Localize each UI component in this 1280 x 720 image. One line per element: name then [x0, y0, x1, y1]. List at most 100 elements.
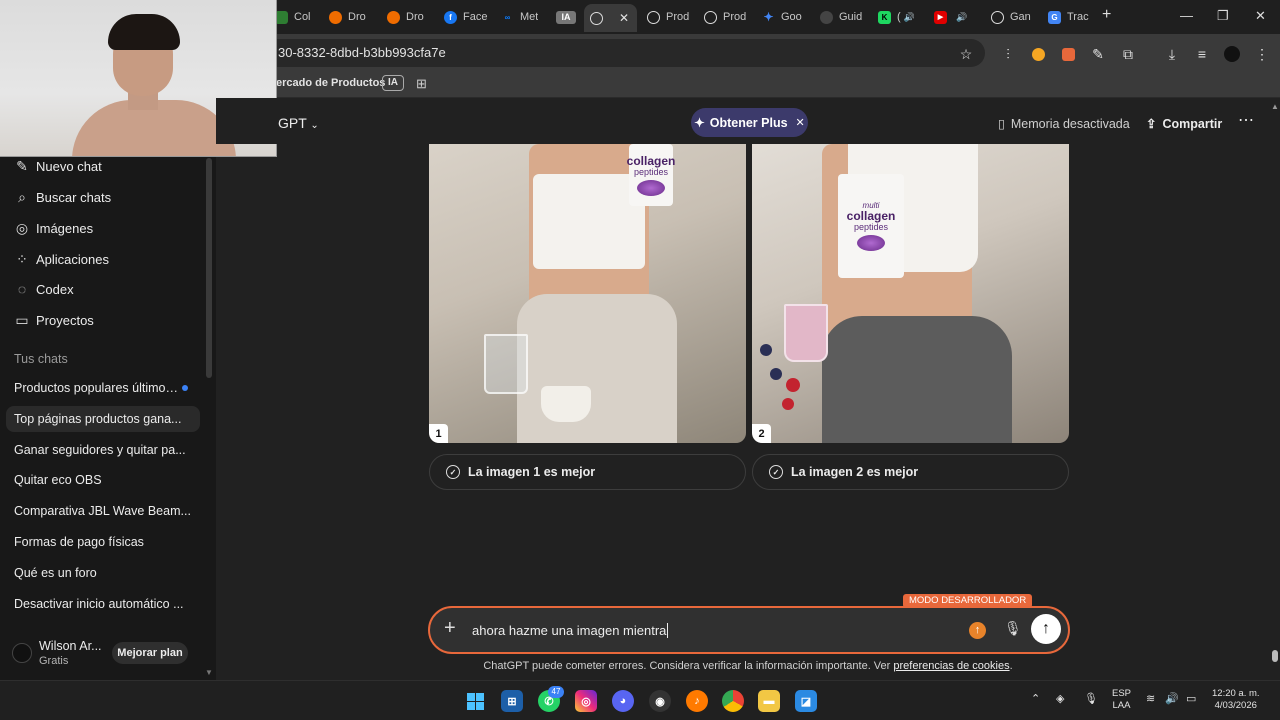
browser-tab[interactable]: Col	[275, 6, 311, 28]
generated-image-2[interactable]: multi collagen peptides 2	[752, 144, 1069, 443]
message-input[interactable]: ahora hazme una imagen mientra	[472, 623, 669, 638]
photos-icon[interactable]: ◪	[795, 690, 817, 712]
extension-icon[interactable]	[1058, 44, 1078, 64]
speaker-icon[interactable]: 🔊	[956, 12, 967, 23]
browser-tab[interactable]: f Face	[444, 6, 487, 28]
security-icon[interactable]: ◈	[1056, 692, 1064, 705]
send-button[interactable]: ↑	[1031, 614, 1061, 644]
sidebar-scrollbar[interactable]	[206, 158, 212, 378]
model-selector[interactable]: GPT ⌄	[278, 115, 319, 131]
generated-image-1[interactable]: collagen peptides 1	[429, 144, 746, 443]
cookie-preferences-link[interactable]: preferencias de cookies	[893, 660, 1009, 672]
message-composer[interactable]: + ahora hazme una imagen mientra ↑ 🎙 ↑	[428, 606, 1070, 654]
file-explorer-icon[interactable]: ▬	[758, 690, 780, 712]
apps-grid-icon[interactable]: ⊞	[416, 76, 427, 92]
microphone-icon[interactable]: 🎙	[1004, 620, 1022, 637]
browser-tab[interactable]: Prod	[704, 6, 746, 28]
avatar[interactable]	[12, 643, 32, 663]
microphone-tray-icon[interactable]: 🎙	[1084, 692, 1098, 705]
download-icon[interactable]: ⤓	[1162, 44, 1182, 64]
memory-status[interactable]: ▯ Memoria desactivada	[998, 116, 1130, 132]
wifi-icon[interactable]: ≋	[1146, 692, 1155, 705]
share-button[interactable]: ⇪ Compartir	[1146, 116, 1222, 132]
extension-icon[interactable]	[1028, 44, 1048, 64]
browser-tab[interactable]: ✦ Goo	[762, 6, 801, 28]
chat-history-item[interactable]: Comparativa JBL Wave Beam...	[14, 498, 200, 524]
browser-tab[interactable]: IA	[556, 6, 582, 28]
chat-history-item[interactable]: Quitar eco OBS	[14, 467, 200, 493]
upgrade-plan-button[interactable]: Mejorar plan	[112, 642, 188, 664]
minimize-icon[interactable]: —	[1180, 8, 1193, 23]
profile-avatar[interactable]	[1222, 44, 1242, 64]
browser-tab[interactable]: ▶ 🔊	[934, 6, 967, 28]
image-number-badge: 2	[752, 424, 771, 443]
close-tab-icon[interactable]: ✕	[619, 11, 629, 25]
sidebar-item-aplicaciones[interactable]: ⁘ Aplicaciones	[14, 251, 109, 268]
instagram-icon[interactable]: ◎	[575, 690, 597, 712]
new-tab-icon[interactable]: +	[1102, 6, 1111, 24]
extensions-puzzle-icon[interactable]: ⧉	[1118, 44, 1138, 64]
main-scrollbar[interactable]: ▲	[1270, 98, 1280, 680]
sidebar-item-label: Proyectos	[36, 313, 94, 328]
chat-history-item[interactable]: Qué es un foro	[14, 560, 200, 586]
prefer-image-1-button[interactable]: ✓ La imagen 1 es mejor	[429, 454, 746, 490]
chevron-up-icon[interactable]: ⌃	[1031, 692, 1040, 705]
windows-start-icon[interactable]	[464, 690, 486, 712]
chat-history-item[interactable]: Ganar seguidores y quitar pa...	[14, 437, 200, 463]
close-icon[interactable]: ✕	[796, 116, 805, 129]
eyedropper-icon[interactable]: ✎	[1088, 44, 1108, 64]
media-control-icon[interactable]: ≡	[1192, 44, 1212, 64]
volume-icon[interactable]: 🔊	[1165, 692, 1179, 705]
url-text[interactable]: 30-8332-8dbd-b3bb993cfa7e	[278, 45, 446, 60]
sidebar-item-nuevo-chat[interactable]: ✎ Nuevo chat	[14, 158, 102, 175]
fl-studio-icon[interactable]: ♪	[686, 690, 708, 712]
browser-tab[interactable]: Dro	[387, 6, 424, 28]
sidebar-item-proyectos[interactable]: ▭ Proyectos	[14, 312, 94, 329]
chat-history-item[interactable]: Desactivar inicio automático ...	[14, 591, 200, 617]
upload-arrow-icon[interactable]: ↑	[969, 622, 986, 639]
restore-icon[interactable]: ❐	[1217, 8, 1229, 24]
close-window-icon[interactable]: ✕	[1255, 8, 1266, 24]
battery-icon[interactable]: ▭	[1186, 692, 1196, 705]
chevron-down-icon: ⌄	[310, 120, 319, 131]
speaker-icon[interactable]: 🔊	[904, 12, 915, 23]
scroll-down-icon[interactable]: ▼	[205, 668, 213, 677]
bookmark-mercado[interactable]: ercado de Productos	[276, 77, 385, 89]
add-attachment-icon[interactable]: +	[444, 617, 456, 640]
browser-tab[interactable]: Dro	[329, 6, 366, 28]
scroll-up-icon[interactable]: ▲	[1271, 102, 1279, 111]
browser-tab[interactable]: Gan	[991, 6, 1031, 28]
microsoft-store-icon[interactable]: ⊞	[501, 690, 523, 712]
obs-icon[interactable]: ◉	[649, 690, 671, 712]
more-options-icon[interactable]: ⋯	[1238, 110, 1254, 130]
check-circle-icon: ✓	[769, 465, 783, 479]
browser-tab[interactable]: K (🔊	[878, 6, 915, 28]
browser-menu-icon[interactable]: ⋮	[1252, 44, 1272, 64]
discord-icon[interactable]: ◕	[612, 690, 634, 712]
chatgpt-icon	[991, 10, 1004, 24]
sparkle-icon: ✦	[694, 116, 705, 130]
system-clock[interactable]: 12:20 a. m. 4/03/2026	[1212, 688, 1260, 712]
bookmark-ia[interactable]: IA	[382, 75, 404, 91]
language-indicator[interactable]: ESP LAA	[1112, 688, 1131, 712]
strawberry	[782, 398, 794, 410]
browser-tab[interactable]: Prod	[647, 6, 689, 28]
sidebar-item-imagenes[interactable]: ◎ Imágenes	[14, 220, 93, 237]
prefer-label: La imagen 1 es mejor	[468, 465, 596, 479]
get-plus-button[interactable]: ✦ Obtener Plus ✕	[691, 108, 808, 137]
browser-tab-active[interactable]: ✕	[584, 4, 638, 32]
chat-history-item[interactable]: Formas de pago físicas	[14, 529, 200, 555]
bookmark-star-icon[interactable]: ☆	[956, 44, 976, 64]
sidebar-item-codex[interactable]: ◌ Codex	[14, 281, 74, 297]
browser-tab[interactable]: G Trac	[1048, 6, 1089, 28]
extension-icon[interactable]: ⫶	[998, 44, 1018, 64]
chat-history-item[interactable]: Top páginas productos gana...	[6, 406, 200, 432]
chat-history-item[interactable]: Productos populares últimos...	[14, 375, 178, 401]
gemini-icon: ✦	[763, 10, 774, 24]
browser-tab[interactable]: Guid	[820, 6, 862, 28]
prefer-image-2-button[interactable]: ✓ La imagen 2 es mejor	[752, 454, 1069, 490]
sidebar-item-buscar-chats[interactable]: ⌕ Buscar chats	[14, 189, 111, 206]
browser-tab[interactable]: ∞ Met	[501, 6, 539, 28]
chrome-icon[interactable]	[722, 690, 744, 712]
user-name[interactable]: Wilson Ar...	[39, 639, 102, 653]
